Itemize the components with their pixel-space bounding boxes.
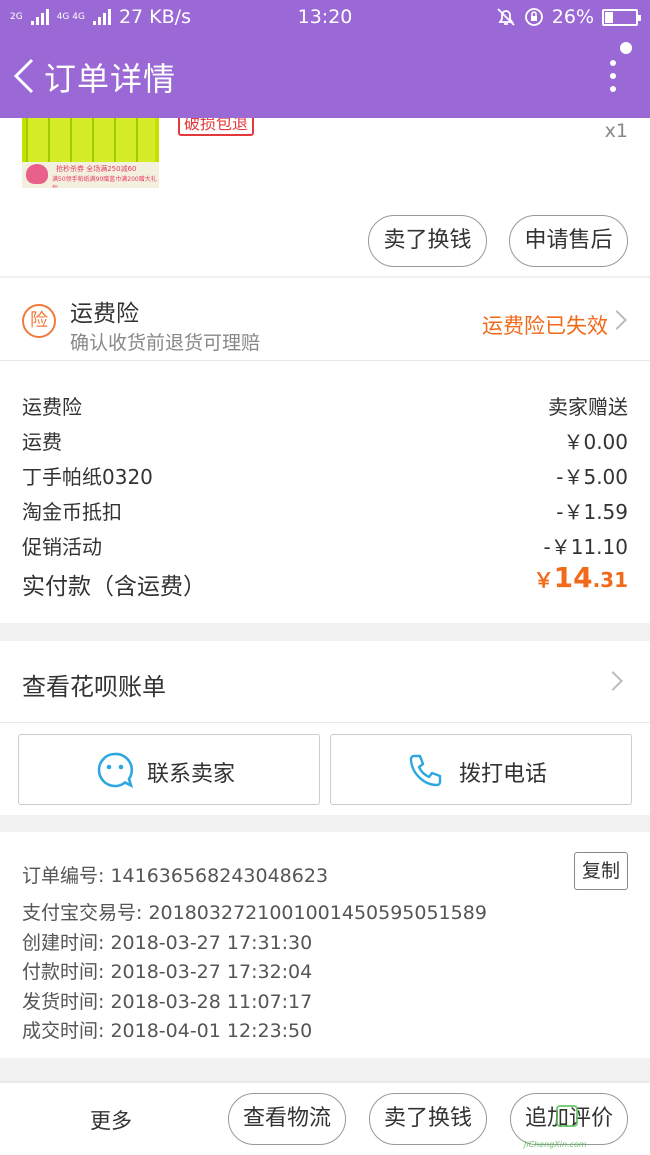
watermark-logo-icon (556, 1105, 578, 1127)
battery-icon (602, 8, 641, 26)
sell-button[interactable]: 卖了换钱 (368, 215, 487, 267)
total-integer: 14 (553, 561, 593, 594)
fee-label: 丁手帕纸0320 (22, 465, 153, 489)
insurance-status: 运费险已失效 (482, 314, 608, 338)
more-button[interactable]: 更多 (90, 1105, 132, 1135)
huabei-label: 查看花呗账单 (22, 673, 166, 701)
fee-row: 运费险 卖家赠送 (22, 391, 628, 421)
after-sales-button[interactable]: 申请售后 (509, 215, 628, 267)
watermark: JiChengXin.com (524, 1105, 644, 1149)
order-info: 订单编号: 141636568243048623 复制 支付宝交易号: 2018… (0, 832, 650, 1058)
total-amount: ￥14.31 (534, 561, 628, 594)
completed-time: 成交时间: 2018-04-01 12:23:50 (22, 1020, 313, 1042)
watermark-text: JiChengXin.com (524, 1140, 587, 1149)
fee-row: 淘金币抵扣 -￥1.59 (22, 496, 628, 526)
contact-section: 联系卖家 拨打电话 (0, 723, 650, 815)
app-header: 订单详情 (0, 34, 650, 118)
image-promo-text-2: 满50领手帕纸满90赠蓝巾满200赠大礼包 (52, 176, 157, 188)
insurance-title: 运费险 (70, 301, 139, 327)
bottom-action-bar: 更多 查看物流 卖了换钱 追加评价 JiChengXin.com (0, 1083, 650, 1155)
product-card: 抢秒杀券 全场满250减60 满50领手帕纸满90赠蓝巾满200赠大礼包 破损包… (0, 118, 650, 276)
page-title: 订单详情 (44, 60, 177, 98)
total-decimal: .31 (592, 568, 628, 592)
copy-button[interactable]: 复制 (574, 852, 628, 890)
shipped-time: 发货时间: 2018-03-28 11:07:17 (22, 991, 313, 1013)
fee-value: -￥5.00 (556, 465, 628, 489)
notification-dot (620, 42, 632, 54)
more-menu-icon[interactable] (608, 60, 618, 94)
product-quantity: x1 (604, 120, 628, 142)
created-time: 创建时间: 2018-03-27 17:31:30 (22, 932, 313, 954)
fee-label: 促销活动 (22, 535, 102, 559)
total-label: 实付款（含运费） (22, 574, 206, 600)
fee-breakdown: 运费险 卖家赠送 运费 ￥0.00 丁手帕纸0320 -￥5.00 淘金币抵扣 … (0, 361, 650, 623)
fee-label: 运费 (22, 430, 62, 454)
status-bar: 2G 4G 4G 27 KB/s 13:20 26% (0, 0, 650, 34)
alipay-trade-number: 支付宝交易号: 2018032721001001450595051589 (22, 902, 487, 924)
service-tag: 破损包退 (178, 118, 255, 136)
total-currency: ￥ (533, 568, 554, 592)
paid-time: 付款时间: 2018-03-27 17:32:04 (22, 961, 313, 983)
insurance-subtitle: 确认收货前退货可理赔 (70, 332, 261, 354)
call-phone-label: 拨打电话 (459, 762, 548, 787)
fee-label: 运费险 (22, 395, 82, 419)
phone-icon (409, 754, 442, 787)
brand-logo-icon (26, 164, 48, 184)
order-number: 订单编号: 141636568243048623 (22, 865, 329, 887)
huabei-bill-row[interactable]: 查看花呗账单 (0, 641, 650, 723)
contact-seller-label: 联系卖家 (147, 762, 236, 787)
fee-row: 丁手帕纸0320 -￥5.00 (22, 461, 628, 491)
call-phone-button[interactable]: 拨打电话 (330, 734, 632, 805)
chat-bubble-icon (97, 752, 134, 789)
chevron-right-icon (603, 671, 623, 691)
battery-percent: 26% (551, 6, 594, 28)
rotation-lock-icon (524, 8, 543, 26)
image-promo-text-1: 抢秒杀券 全场满250减60 (56, 165, 137, 173)
chevron-right-icon (607, 310, 627, 330)
insurance-icon: 险 (22, 304, 56, 338)
fee-row: 促销活动 -￥11.10 (22, 531, 628, 561)
fee-value: -￥11.10 (543, 535, 628, 559)
fee-row: 运费 ￥0.00 (22, 426, 628, 456)
fee-value: -￥1.59 (556, 500, 628, 524)
product-image[interactable]: 抢秒杀券 全场满250减60 满50领手帕纸满90赠蓝巾满200赠大礼包 (22, 118, 159, 188)
shipping-insurance-row[interactable]: 险 运费险 确认收货前退货可理赔 运费险已失效 (0, 277, 650, 361)
fee-label: 淘金币抵扣 (22, 500, 122, 524)
fee-value: ￥0.00 (563, 430, 628, 454)
contact-seller-button[interactable]: 联系卖家 (18, 734, 320, 805)
sell-again-button[interactable]: 卖了换钱 (369, 1093, 487, 1145)
back-arrow-icon[interactable] (10, 56, 40, 96)
mute-bell-icon (497, 8, 515, 26)
fee-value: 卖家赠送 (548, 395, 628, 419)
view-logistics-button[interactable]: 查看物流 (228, 1093, 346, 1145)
